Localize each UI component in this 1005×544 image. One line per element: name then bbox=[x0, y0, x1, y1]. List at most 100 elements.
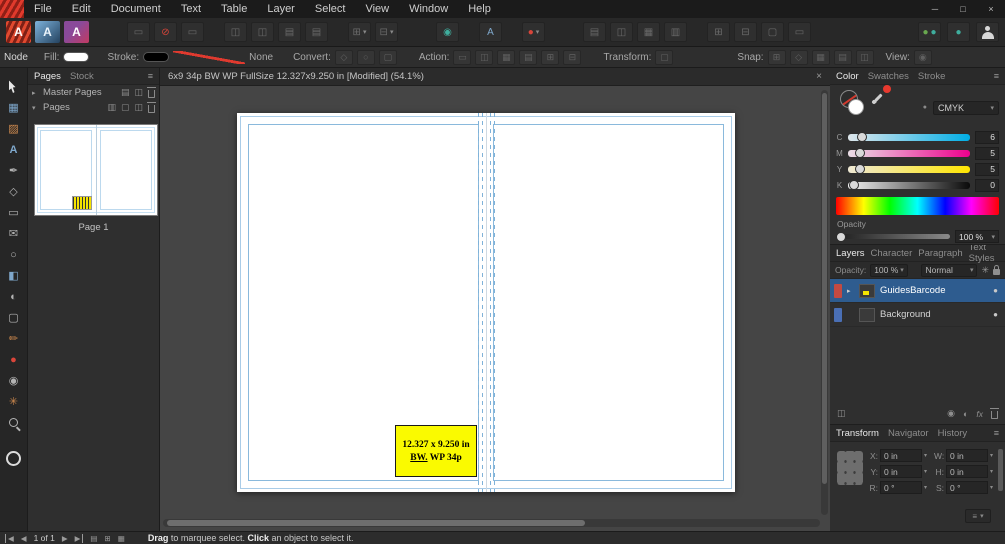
color-picker-tool[interactable]: ◉ bbox=[2, 370, 26, 391]
y-input[interactable]: 0 in bbox=[880, 465, 922, 478]
h-input[interactable]: 0 in bbox=[946, 465, 988, 478]
remove-pages-button[interactable]: ⊟ ▾ bbox=[375, 22, 398, 42]
stroke-width-preview[interactable] bbox=[173, 50, 246, 64]
distribute-button-2[interactable]: ⊟ bbox=[734, 22, 757, 42]
color-mode-select[interactable]: CMYK ▾ bbox=[933, 101, 999, 115]
action-reverse-button[interactable]: ⊞ bbox=[541, 49, 560, 65]
action-sort-button[interactable]: ⊟ bbox=[563, 49, 582, 65]
tab-layers[interactable]: Layers bbox=[836, 248, 865, 259]
tab-transform[interactable]: Transform bbox=[836, 428, 879, 439]
align-justify-button[interactable]: ▥ bbox=[664, 22, 687, 42]
tab-text-styles[interactable]: Text Styles bbox=[969, 245, 999, 264]
fill-color-button[interactable]: ● ▾ bbox=[522, 22, 545, 42]
previous-page-button[interactable]: ◀ bbox=[21, 534, 27, 543]
tab-history[interactable]: History bbox=[938, 428, 968, 439]
stock-sync-button[interactable]: ● ● bbox=[918, 22, 941, 42]
black-value-input[interactable]: 0 bbox=[975, 178, 999, 192]
slider-handle[interactable] bbox=[849, 179, 860, 190]
expander-icon[interactable]: ▾ bbox=[32, 104, 39, 112]
zoom-fit-icon[interactable]: ⊞ bbox=[105, 534, 111, 543]
align-right-button[interactable]: ▦ bbox=[637, 22, 660, 42]
document-tab[interactable]: 6x9 34p BW WP FullSize 12.327x9.250 in [… bbox=[160, 68, 830, 86]
s-input[interactable]: 0 ° bbox=[946, 481, 988, 494]
arrange-front-button[interactable]: ◫ bbox=[224, 22, 247, 42]
add-page-icon[interactable]: ▢ bbox=[121, 102, 130, 113]
master-pages-row[interactable]: ▸ Master Pages ▤ ◫ bbox=[28, 85, 159, 100]
snap-to-grid-button[interactable]: ⊞ bbox=[767, 49, 786, 65]
opacity-value-select[interactable]: 100 % ▾ bbox=[955, 230, 999, 243]
scrollbar-thumb[interactable] bbox=[822, 93, 827, 484]
tab-stroke[interactable]: Stroke bbox=[918, 71, 945, 82]
artistic-text-tool[interactable]: A bbox=[2, 139, 26, 160]
publisher-persona-button[interactable]: A bbox=[6, 21, 31, 43]
photo-persona-button[interactable]: A bbox=[64, 21, 89, 43]
chevron-down-icon[interactable]: ▾ bbox=[990, 468, 993, 475]
layout-view-icon[interactable]: ▦ bbox=[118, 534, 125, 543]
menu-document[interactable]: Document bbox=[101, 0, 171, 18]
action-join-button[interactable]: ▤ bbox=[519, 49, 538, 65]
zoom-tool[interactable] bbox=[2, 412, 26, 433]
node-tool[interactable]: ◇ bbox=[2, 181, 26, 202]
slider-handle[interactable] bbox=[855, 163, 866, 174]
transform-mode-button[interactable]: ▢ bbox=[655, 49, 674, 65]
gear-icon[interactable]: ✳ bbox=[981, 265, 989, 276]
arrange-back-button[interactable]: ▤ bbox=[305, 22, 328, 42]
maximize-button[interactable]: □ bbox=[949, 0, 977, 18]
layer-visibility-toggle[interactable]: ● bbox=[993, 286, 998, 295]
layer-row-guidesbarcode[interactable]: ▸ GuidesBarcode ● bbox=[830, 279, 1005, 303]
align-left-button[interactable]: ▤ bbox=[583, 22, 606, 42]
character-style-button[interactable]: A bbox=[479, 22, 502, 42]
eyedropper-icon[interactable] bbox=[872, 93, 884, 105]
document-spread[interactable]: 12.327 x 9.250 in BW. WP 34p bbox=[237, 113, 735, 492]
document-close-icon[interactable]: × bbox=[816, 71, 822, 82]
snap-to-nodes-button[interactable]: ◇ bbox=[789, 49, 808, 65]
color-well[interactable] bbox=[6, 451, 21, 466]
insert-behind-button[interactable]: ▭ bbox=[127, 22, 150, 42]
no-style-button[interactable]: ⊘ bbox=[154, 22, 177, 42]
stroke-style-select[interactable]: None bbox=[249, 52, 273, 63]
adjustment-icon[interactable]: ◉ bbox=[947, 408, 955, 419]
gradient-tool[interactable]: ◧ bbox=[2, 265, 26, 286]
close-button[interactable]: × bbox=[977, 0, 1005, 18]
spread-view-icon[interactable]: ▤ bbox=[90, 534, 97, 543]
chevron-down-icon[interactable]: ▾ bbox=[990, 452, 993, 459]
last-page-button[interactable]: ▶ bbox=[75, 533, 84, 543]
app-logo-icon[interactable] bbox=[0, 0, 24, 18]
recent-color-dot[interactable] bbox=[883, 85, 891, 93]
anchor-selector[interactable] bbox=[837, 451, 863, 485]
move-tool[interactable] bbox=[2, 76, 26, 97]
delete-layer-icon[interactable] bbox=[990, 408, 999, 419]
snap-to-geometry-button[interactable]: ▦ bbox=[811, 49, 830, 65]
menu-file[interactable]: File bbox=[24, 0, 62, 18]
duplicate-layer-icon[interactable]: ◫ bbox=[837, 408, 846, 419]
menu-view[interactable]: View bbox=[355, 0, 399, 18]
mask-icon[interactable]: ◐ bbox=[963, 409, 968, 419]
horizontal-scrollbar[interactable] bbox=[163, 519, 820, 527]
arrange-forward-button[interactable]: ◫ bbox=[251, 22, 274, 42]
convert-smooth-button[interactable]: ○ bbox=[356, 49, 375, 65]
duplicate-master-icon[interactable]: ◫ bbox=[134, 87, 143, 98]
panel-options-button[interactable]: ≡ ▾ bbox=[965, 509, 991, 523]
stroke-swatch[interactable] bbox=[143, 52, 170, 62]
tab-stock[interactable]: Stock bbox=[70, 71, 94, 82]
chevron-down-icon[interactable]: ▾ bbox=[924, 452, 927, 459]
table-tool[interactable]: ▦ bbox=[2, 97, 26, 118]
x-input[interactable]: 0 in bbox=[880, 449, 922, 462]
w-input[interactable]: 0 in bbox=[946, 449, 988, 462]
preview-mode-button[interactable]: ◉ bbox=[436, 22, 459, 42]
black-slider[interactable] bbox=[848, 179, 970, 190]
add-master-icon[interactable]: ▤ bbox=[121, 87, 130, 98]
tab-swatches[interactable]: Swatches bbox=[868, 71, 909, 82]
cyan-slider[interactable] bbox=[848, 131, 970, 142]
align-center-button[interactable]: ◫ bbox=[610, 22, 633, 42]
account-button[interactable] bbox=[976, 22, 999, 42]
menu-window[interactable]: Window bbox=[399, 0, 458, 18]
menu-text[interactable]: Text bbox=[171, 0, 211, 18]
lock-icon[interactable] bbox=[993, 265, 1000, 275]
picture-frame-tool[interactable]: ▨ bbox=[2, 118, 26, 139]
chevron-down-icon[interactable]: ▾ bbox=[924, 468, 927, 475]
add-pages-button[interactable]: ⊞ ▾ bbox=[348, 22, 371, 42]
view-options-button[interactable]: ◉ bbox=[913, 49, 932, 65]
layer-visibility-toggle[interactable]: ● bbox=[993, 310, 998, 319]
designer-persona-button[interactable]: A bbox=[35, 21, 60, 43]
